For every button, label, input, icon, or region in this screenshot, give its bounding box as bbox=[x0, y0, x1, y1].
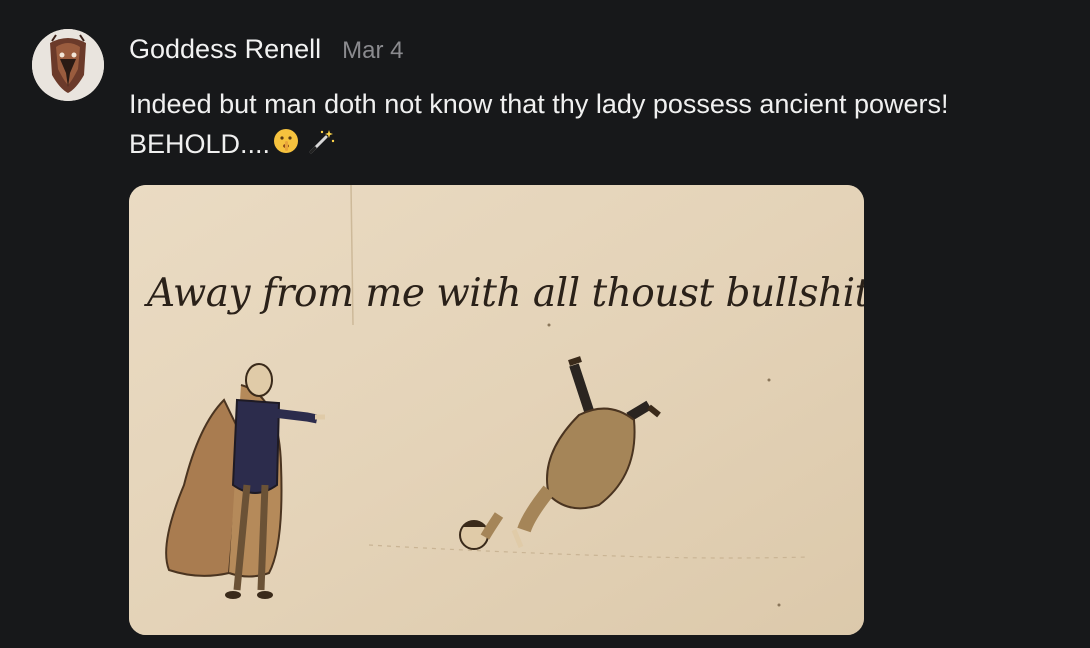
post-text-line: BEHOLD.... bbox=[129, 124, 1084, 166]
shushing-face-emoji-icon bbox=[272, 126, 300, 166]
post-date[interactable]: Mar 4 bbox=[342, 37, 403, 65]
post-header: Goddess Renell Mar 4 bbox=[129, 34, 403, 65]
author-name[interactable]: Goddess Renell bbox=[129, 34, 321, 65]
attached-image[interactable]: Away from me with all thoust bullshitter… bbox=[129, 185, 864, 635]
post-text-line-2: BEHOLD.... bbox=[129, 129, 271, 159]
post: Goddess Renell Mar 4 Indeed but man doth… bbox=[0, 0, 1090, 648]
post-text: Indeed but man doth not know that thy la… bbox=[129, 84, 1084, 166]
image-caption: Away from me with all thoust bullshitter… bbox=[147, 271, 864, 316]
avatar[interactable] bbox=[32, 29, 104, 101]
post-text-line: Indeed but man doth not know that thy la… bbox=[129, 89, 949, 119]
medieval-tapestry-meme-illustration bbox=[129, 185, 864, 635]
magic-wand-emoji-icon bbox=[306, 126, 336, 166]
